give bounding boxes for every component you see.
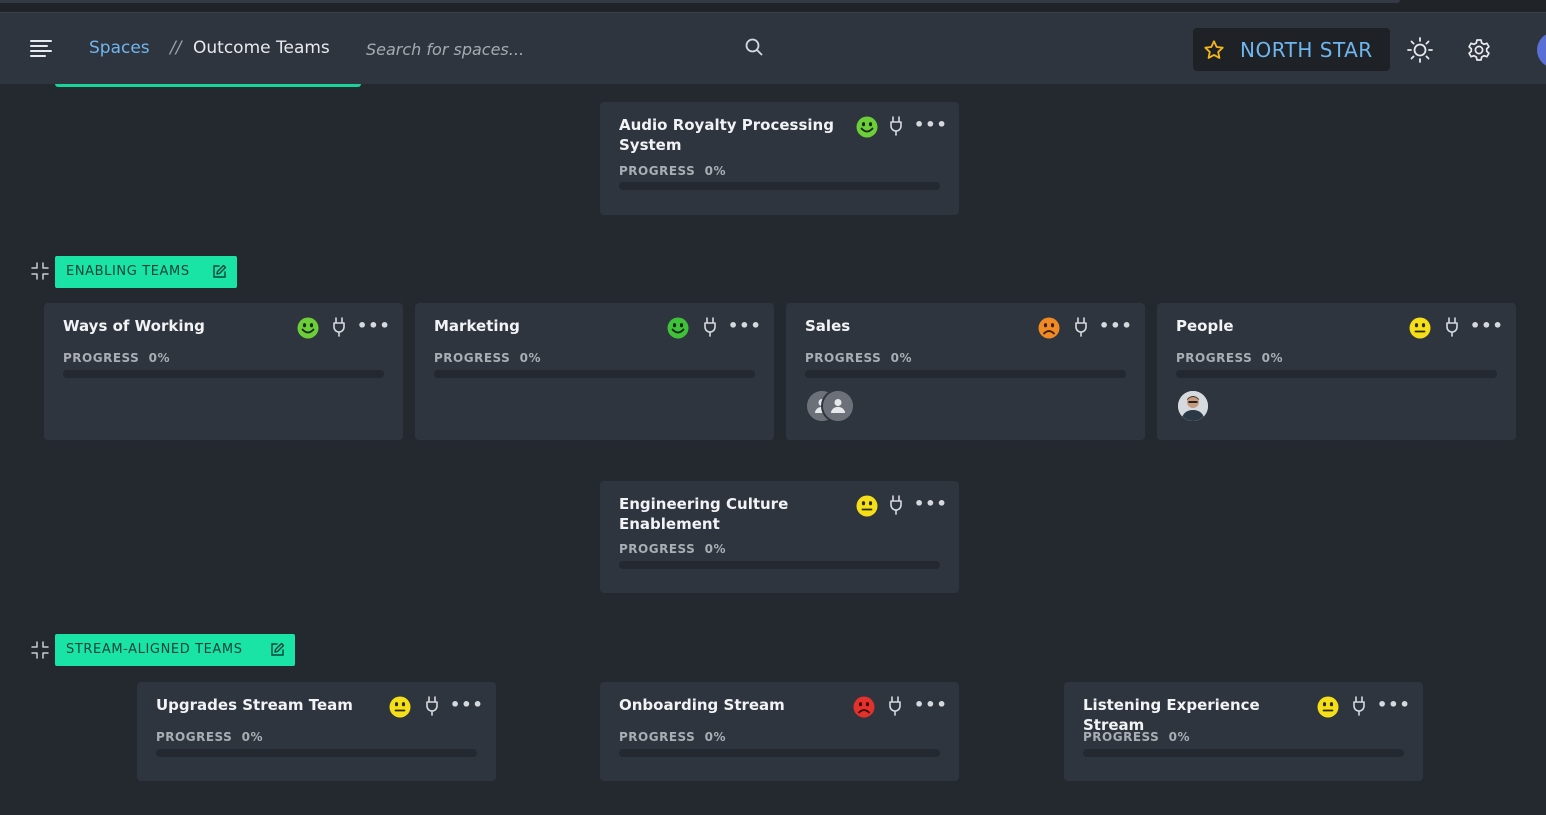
mood-happy-icon[interactable] (297, 317, 319, 339)
card-title: Onboarding Stream (619, 696, 785, 714)
menu-icon[interactable] (30, 40, 54, 58)
progress-label: PROGRESS 0% (434, 351, 542, 365)
breadcrumb-separator: // (170, 38, 182, 58)
section-label: ENABLING TEAMS (66, 264, 190, 279)
more-options-icon[interactable]: ••• (914, 697, 947, 713)
team-card-audio-royalty[interactable]: Audio Royalty Processing System ••• PROG… (600, 102, 959, 215)
card-title: People (1176, 317, 1234, 335)
progress-bar (63, 370, 384, 378)
more-options-icon[interactable]: ••• (1099, 318, 1132, 334)
breadcrumb-current: Outcome Teams (193, 38, 330, 58)
card-title: Engineering Culture Enablement (619, 495, 789, 533)
team-card-sales[interactable]: Sales ••• PROGRESS 0% (786, 303, 1145, 440)
star-icon (1204, 40, 1224, 59)
mood-sad-icon[interactable] (1038, 317, 1060, 339)
search-icon[interactable] (744, 37, 764, 57)
more-options-icon[interactable]: ••• (1470, 318, 1503, 334)
top-strip (0, 0, 1546, 12)
more-options-icon[interactable]: ••• (450, 697, 483, 713)
team-card-engineering-culture[interactable]: Engineering Culture Enablement ••• PROGR… (600, 481, 959, 593)
mood-happy-icon[interactable] (856, 116, 878, 138)
more-options-icon[interactable]: ••• (914, 117, 947, 133)
progress-label: PROGRESS 0% (1176, 351, 1284, 365)
mood-neutral-icon[interactable] (1409, 317, 1431, 339)
person-icon (821, 389, 855, 423)
progress-bar (619, 749, 940, 757)
progress-bar (1176, 370, 1497, 378)
north-star-button[interactable]: NORTH STAR (1193, 28, 1390, 71)
more-options-icon[interactable]: ••• (1377, 697, 1410, 713)
gear-icon[interactable] (1465, 36, 1493, 64)
progress-bar (619, 561, 940, 569)
progress-label: PROGRESS 0% (156, 730, 264, 744)
section-tag-enabling-teams[interactable]: ENABLING TEAMS (55, 256, 237, 288)
card-title: Marketing (434, 317, 520, 335)
north-star-label: NORTH STAR (1240, 38, 1373, 62)
search-input[interactable] (366, 33, 776, 65)
person-photo-icon (1178, 391, 1208, 421)
plug-icon[interactable] (1351, 696, 1367, 716)
section-accent-line (55, 84, 361, 87)
progress-bar (1083, 749, 1404, 757)
progress-label: PROGRESS 0% (619, 730, 727, 744)
section-tag-stream-aligned-teams[interactable]: STREAM-ALIGNED TEAMS (55, 634, 295, 666)
progress-label: PROGRESS 0% (805, 351, 913, 365)
plug-icon[interactable] (887, 696, 903, 716)
mood-neutral-icon[interactable] (389, 696, 411, 718)
collapse-icon[interactable] (31, 641, 49, 659)
section-label: STREAM-ALIGNED TEAMS (66, 642, 243, 657)
team-card-ways-of-working[interactable]: Ways of Working ••• PROGRESS 0% (44, 303, 403, 440)
card-title: Upgrades Stream Team (156, 696, 353, 714)
more-options-icon[interactable]: ••• (357, 318, 390, 334)
mood-neutral-icon[interactable] (1317, 696, 1339, 718)
progress-bar (434, 370, 755, 378)
search-box (366, 33, 776, 65)
plug-icon[interactable] (888, 495, 904, 515)
plug-icon[interactable] (702, 317, 718, 337)
user-avatar[interactable] (1537, 32, 1546, 68)
plug-icon[interactable] (424, 696, 440, 716)
card-title: Audio Royalty Processing System (619, 116, 834, 154)
edit-icon[interactable] (270, 642, 285, 657)
team-card-marketing[interactable]: Marketing ••• PROGRESS 0% (415, 303, 774, 440)
progress-label: PROGRESS 0% (619, 542, 727, 556)
collapse-icon[interactable] (31, 262, 49, 280)
progress-bar (156, 749, 477, 757)
edit-icon[interactable] (212, 264, 227, 279)
team-card-people[interactable]: People ••• PROGRESS 0% (1157, 303, 1516, 440)
progress-label: PROGRESS 0% (1083, 730, 1191, 744)
plug-icon[interactable] (1073, 317, 1089, 337)
progress-bar (619, 182, 940, 190)
progress-bar (805, 370, 1126, 378)
team-card-listening-experience[interactable]: Listening Experience Stream ••• PROGRESS… (1064, 682, 1423, 781)
plug-icon[interactable] (331, 317, 347, 337)
plug-icon[interactable] (1444, 317, 1460, 337)
breadcrumb-spaces-link[interactable]: Spaces (89, 38, 150, 58)
member-avatar[interactable] (1176, 389, 1210, 423)
team-card-upgrades-stream[interactable]: Upgrades Stream Team ••• PROGRESS 0% (137, 682, 496, 781)
progress-label: PROGRESS 0% (63, 351, 171, 365)
card-title: Ways of Working (63, 317, 205, 335)
card-title: Sales (805, 317, 851, 335)
sun-icon[interactable] (1406, 36, 1434, 64)
progress-label: PROGRESS 0% (619, 164, 727, 178)
mood-happy-icon[interactable] (667, 317, 689, 339)
mood-neutral-icon[interactable] (856, 495, 878, 517)
plug-icon[interactable] (888, 116, 904, 136)
more-options-icon[interactable]: ••• (914, 496, 947, 512)
app-header: Spaces // Outcome Teams NORTH STAR (0, 12, 1546, 84)
mood-angry-icon[interactable] (853, 696, 875, 718)
team-card-onboarding-stream[interactable]: Onboarding Stream ••• PROGRESS 0% (600, 682, 959, 781)
more-options-icon[interactable]: ••• (728, 318, 761, 334)
card-title: Listening Experience Stream (1083, 696, 1260, 734)
member-avatars[interactable] (805, 389, 865, 423)
top-scroll-bar (0, 0, 1400, 3)
